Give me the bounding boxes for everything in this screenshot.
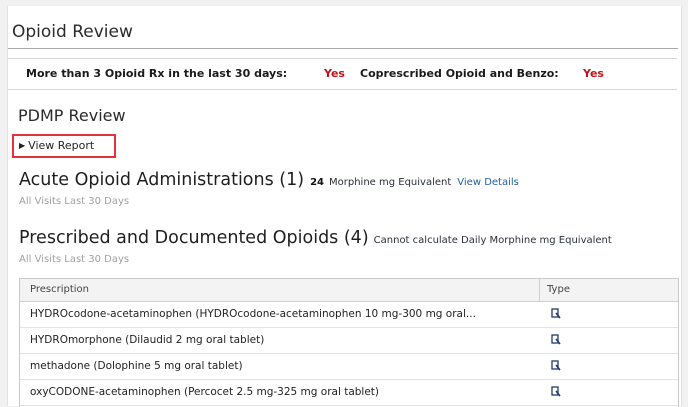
acute-section-header: Acute Opioid Administrations (1) 24 Morphi…	[19, 170, 519, 190]
type-cell	[551, 380, 561, 405]
prescription-cell: HYDROcodone-acetaminophen (HYDROcodone-a…	[30, 308, 476, 320]
prescription-cell: oxyCODONE-acetaminophen (Percocet 2.5 mg…	[30, 386, 380, 398]
table-row[interactable]: HYDROmorphone (Dilaudid 2 mg oral tablet…	[20, 328, 678, 354]
view-report-toggle[interactable]: ▶ View Report	[12, 134, 116, 158]
column-header-prescription[interactable]: Prescription	[30, 279, 89, 301]
coprescribed-label: Coprescribed Opioid and Benzo:	[360, 67, 559, 80]
prescribed-section-subtitle: All Visits Last 30 Days	[19, 254, 130, 265]
column-header-type[interactable]: Type	[547, 279, 570, 301]
page-title: Opioid Review	[12, 22, 133, 42]
prescription-cell: HYDROmorphone (Dilaudid 2 mg oral tablet…	[30, 334, 265, 346]
table-row[interactable]: HYDROcodone-acetaminophen (HYDROcodone-a…	[20, 302, 678, 328]
opioid-rx-count-value: Yes	[324, 67, 345, 80]
mme-unavailable-note: Cannot calculate Daily Morphine mg Equiv…	[373, 235, 612, 246]
prescription-cell: methadone (Dolophine 5 mg oral tablet)	[30, 360, 243, 372]
acute-section-subtitle: All Visits Last 30 Days	[19, 196, 130, 207]
coprescribed-value: Yes	[583, 67, 604, 80]
prescriptions-table: Prescription Type HYDROcodone-acetaminop…	[19, 278, 679, 407]
table-row[interactable]: methadone (Dolophine 5 mg oral tablet)	[20, 354, 678, 380]
table-row[interactable]: oxyCODONE-acetaminophen (Percocet 2.5 mg…	[20, 380, 678, 406]
expand-triangle-icon: ▶	[19, 141, 26, 150]
prescription-pad-icon	[551, 334, 561, 345]
title-divider	[8, 48, 678, 49]
type-cell	[551, 354, 561, 379]
prescription-pad-icon	[551, 386, 561, 397]
prescribed-section-title: Prescribed and Documented Opioids (4)	[19, 228, 369, 248]
acute-section-title: Acute Opioid Administrations (1)	[19, 170, 305, 190]
prescription-pad-icon	[551, 360, 561, 371]
opioid-alert-bar: More than 3 Opioid Rx in the last 30 day…	[8, 58, 677, 90]
prescription-pad-icon	[551, 308, 561, 319]
mme-value: 24	[310, 177, 324, 188]
view-details-link[interactable]: View Details	[457, 177, 519, 188]
prescribed-section-header: Prescribed and Documented Opioids (4) Can…	[19, 228, 612, 248]
table-header: Prescription Type	[20, 279, 678, 302]
mme-label: Morphine mg Equivalent	[329, 177, 452, 188]
type-cell	[551, 302, 561, 327]
view-report-label: View Report	[28, 139, 95, 152]
opioid-rx-count-label: More than 3 Opioid Rx in the last 30 day…	[26, 67, 288, 80]
column-divider	[539, 279, 540, 301]
type-cell	[551, 328, 561, 353]
pdmp-section-title: PDMP Review	[18, 106, 126, 125]
